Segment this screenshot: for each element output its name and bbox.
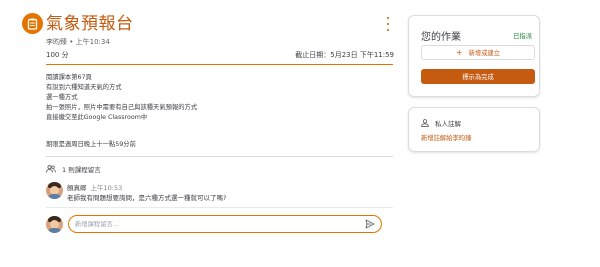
description-line: 拍一張照片，照片中需要有自己與該種天氣預報的方式 [46, 104, 198, 111]
comment-text: 老師我有問題想要詢問，是六種方式選一種就可以了嗎? [67, 194, 227, 202]
description-line: 有說到六種知道天氣的方式 [46, 84, 122, 91]
private-comments-title: 私人註解 [435, 120, 461, 128]
description-line: 閱讀課本第67頁 [46, 74, 92, 81]
assignment-description: 閱讀課本第67頁 有說到六種知道天氣的方式 選一種方式 拍一張照片，照片中需要有… [46, 73, 197, 123]
add-private-comment-link[interactable]: 新增註解給李昀臻 [421, 133, 471, 142]
description-line: 選一種方式 [46, 94, 78, 101]
private-comments-card: 私人註解 新增註解給李昀臻 [408, 107, 540, 152]
due-value: 5月23日 下午11:59 [330, 51, 394, 59]
due-date: 截止日期：5月23日 下午11:59 [295, 50, 394, 60]
description-line: 直接繳交至此Google Classroom中 [46, 114, 148, 121]
comment-author-line: 顏真卿 上午10:53 [67, 182, 122, 192]
assignment-title: 氣象預報台 [46, 14, 134, 34]
class-comment-input[interactable] [75, 220, 365, 228]
points: 100 分 [46, 51, 69, 59]
comments-divider [46, 156, 393, 157]
your-work-title: 您的作業 [421, 32, 461, 43]
avatar [46, 182, 63, 199]
your-work-card: 您的作業 已指派 + 新增或建立 標示為完成 [408, 15, 540, 97]
deadline-note: 期限是週周日晚上十一點59分前 [46, 141, 136, 148]
comment-author: 顏真卿 [67, 184, 87, 192]
comment-time: 上午10:53 [90, 184, 123, 192]
private-comments-header: 私人註解 [421, 118, 461, 128]
more-vert-icon[interactable] [383, 17, 393, 31]
status-badge: 已指派 [513, 33, 532, 40]
person-icon [421, 119, 429, 127]
plus-icon: + [455, 48, 463, 57]
add-or-create-button[interactable]: + 新增或建立 [421, 45, 535, 60]
author-name: 李昀臻 [46, 38, 67, 46]
mark-as-done-label: 標示為完成 [462, 74, 494, 81]
class-comments-count: 1 則課程留言 [62, 166, 101, 174]
meta-separator: • [69, 38, 74, 46]
assignment-icon [22, 13, 43, 34]
class-comments-header[interactable]: 1 則課程留言 [46, 164, 101, 174]
class-comment-input-box[interactable] [68, 215, 382, 233]
people-icon [46, 165, 56, 173]
avatar [46, 216, 63, 233]
send-icon[interactable] [365, 219, 375, 229]
posted-time: 上午10:34 [75, 38, 110, 46]
input-divider [46, 207, 393, 208]
due-label: 截止日期： [295, 51, 331, 59]
add-or-create-label: 新增或建立 [468, 50, 501, 57]
mark-as-done-button[interactable]: 標示為完成 [421, 69, 535, 84]
assignment-meta: 李昀臻 • 上午10:34 [46, 37, 110, 47]
header-divider [46, 64, 393, 65]
